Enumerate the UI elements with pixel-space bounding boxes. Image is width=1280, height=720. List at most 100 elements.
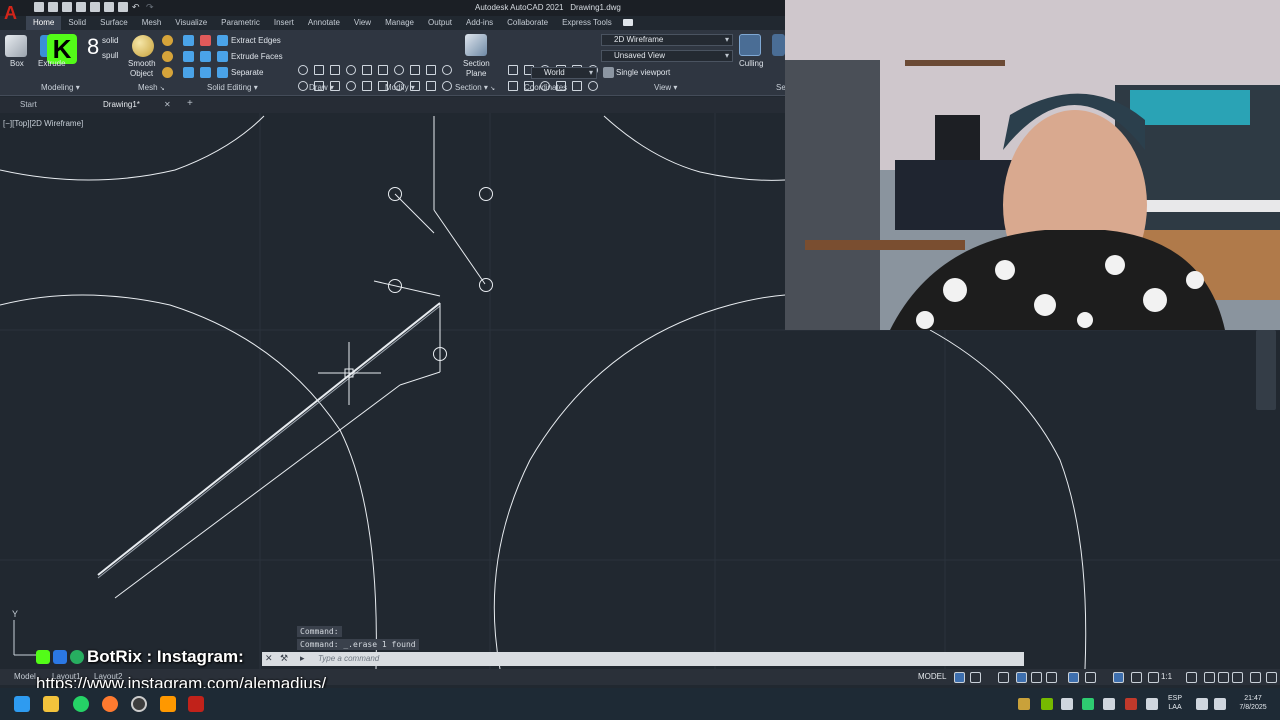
add-icon[interactable] [1204, 672, 1215, 683]
polyline-tool-icon[interactable] [314, 65, 324, 75]
new-icon[interactable] [34, 2, 44, 12]
slice-icon[interactable] [200, 51, 211, 62]
nvidia-icon[interactable] [1041, 698, 1053, 710]
sublime-icon[interactable] [160, 696, 176, 712]
tab-solid[interactable]: Solid [61, 16, 93, 30]
separate-icon[interactable] [217, 67, 228, 78]
hardware-accel-icon[interactable] [1250, 672, 1261, 683]
polar-icon[interactable] [1016, 672, 1027, 683]
object-snap-icon[interactable] [1068, 672, 1079, 683]
osnap-tracking-icon[interactable] [1046, 672, 1057, 683]
extrude-button-label[interactable]: Extrude [38, 59, 66, 68]
circle-tool-icon[interactable] [346, 65, 356, 75]
tray-green-icon[interactable] [1082, 698, 1094, 710]
line-tool-icon[interactable] [298, 65, 308, 75]
tab-home[interactable]: Home [26, 16, 62, 30]
ucs-z-tool-icon[interactable] [572, 81, 582, 91]
hatch-tool-icon[interactable] [378, 65, 388, 75]
undo-icon[interactable]: ↶ [132, 2, 142, 12]
trim-tool-icon[interactable] [426, 65, 436, 75]
command-input[interactable]: Type a command [318, 654, 379, 663]
network-icon[interactable] [1196, 698, 1208, 710]
annotation-scale[interactable]: 1:1 [1161, 672, 1172, 681]
settings-icon[interactable] [1186, 672, 1197, 683]
circle-tool-icon[interactable] [346, 81, 356, 91]
smooth-object-label-1[interactable]: Smooth [128, 59, 156, 68]
open-web-icon[interactable] [90, 2, 100, 12]
tab-view[interactable]: View [347, 16, 378, 30]
language-indicator[interactable]: ESP LAA [1168, 694, 1182, 712]
save-icon[interactable] [62, 2, 72, 12]
smooth-object-label-2[interactable]: Object [130, 69, 153, 78]
annotation-visibility-icon[interactable] [1113, 672, 1124, 683]
rectangle-tool-icon[interactable] [362, 81, 372, 91]
customize-icon[interactable] [1266, 672, 1277, 683]
panel-modeling[interactable]: Modeling ▾ [41, 83, 80, 92]
tab-start[interactable]: Start [20, 100, 37, 109]
ucs-tool-icon[interactable] [508, 81, 518, 91]
open-icon[interactable] [48, 2, 58, 12]
copy-tool-icon[interactable] [442, 65, 452, 75]
ucs-view-tool-icon[interactable] [588, 81, 598, 91]
tab-surface[interactable]: Surface [93, 16, 135, 30]
tray-red-icon[interactable] [1125, 698, 1137, 710]
named-view-dropdown[interactable]: Unsaved View [601, 50, 733, 62]
separate-label[interactable]: Separate [231, 68, 263, 77]
layout-tab-model[interactable]: Model [14, 672, 36, 681]
snap-icon[interactable] [970, 672, 981, 683]
thicken-icon[interactable] [200, 67, 211, 78]
redo-icon[interactable]: ↷ [146, 2, 156, 12]
mesh-tool-icon[interactable] [162, 51, 173, 62]
panel-solid-editing[interactable]: Solid Editing ▾ [207, 83, 258, 92]
tab-drawing1[interactable]: Drawing1* [103, 100, 140, 109]
interfere-icon[interactable] [200, 35, 211, 46]
tray-app2-icon[interactable] [1103, 698, 1115, 710]
clock[interactable]: 21:47 7/8/2025 [1232, 694, 1274, 712]
clean-screen-icon[interactable] [1232, 672, 1243, 683]
ribbon-toggle-icon[interactable] [623, 19, 633, 26]
arc-tool-icon[interactable] [330, 65, 340, 75]
tab-mesh[interactable]: Mesh [135, 16, 169, 30]
tray-app-icon[interactable] [1018, 698, 1030, 710]
saveas-icon[interactable] [76, 2, 86, 12]
panel-section[interactable]: Section ▾ ↘ [455, 83, 495, 92]
tab-add-ins[interactable]: Add-ins [459, 16, 500, 30]
intersect-icon[interactable] [183, 67, 194, 78]
viewport-icon[interactable] [603, 67, 614, 78]
panel-coordinates[interactable]: Coordinates [524, 83, 567, 92]
tab-express-tools[interactable]: Express Tools [555, 16, 619, 30]
box-icon[interactable] [5, 35, 27, 57]
customize-command-icon[interactable]: ⚒ [280, 653, 288, 664]
file-explorer-icon[interactable] [43, 696, 59, 712]
trim-tool-icon[interactable] [426, 81, 436, 91]
tab-manage[interactable]: Manage [378, 16, 421, 30]
mesh-tool-icon[interactable] [162, 67, 173, 78]
print-icon[interactable] [118, 2, 128, 12]
tab-parametric[interactable]: Parametric [214, 16, 267, 30]
navigation-bar[interactable] [1256, 330, 1276, 410]
rotate-tool-icon[interactable] [410, 65, 420, 75]
mesh-tool-icon[interactable] [162, 35, 173, 46]
tab-insert[interactable]: Insert [267, 16, 301, 30]
annotation-monitor-icon[interactable] [1148, 672, 1159, 683]
smooth-object-icon[interactable] [132, 35, 154, 57]
copy-tool-icon[interactable] [442, 81, 452, 91]
panel-draw[interactable]: Draw ▾ [309, 83, 334, 92]
move-tool-icon[interactable] [394, 65, 404, 75]
tab-visualize[interactable]: Visualize [168, 16, 214, 30]
autocad-logo[interactable]: A [4, 1, 22, 25]
volume-icon[interactable] [1214, 698, 1226, 710]
gizmo-icon[interactable] [772, 34, 785, 56]
viewport-controls[interactable]: [−][Top][2D Wireframe] [3, 119, 83, 128]
tab-annotate[interactable]: Annotate [301, 16, 347, 30]
microphone-icon[interactable] [1146, 698, 1158, 710]
isodraft-icon[interactable] [1031, 672, 1042, 683]
viewport-config-label[interactable]: Single viewport [616, 68, 670, 77]
tab-output[interactable]: Output [421, 16, 459, 30]
extract-edges-label[interactable]: Extract Edges [231, 36, 281, 45]
firefox-icon[interactable] [102, 696, 118, 712]
visual-style-dropdown[interactable]: 2D Wireframe [601, 34, 733, 46]
subtract-icon[interactable] [183, 51, 194, 62]
section-plane-label-2[interactable]: Plane [466, 69, 486, 78]
whatsapp-icon[interactable] [73, 696, 89, 712]
